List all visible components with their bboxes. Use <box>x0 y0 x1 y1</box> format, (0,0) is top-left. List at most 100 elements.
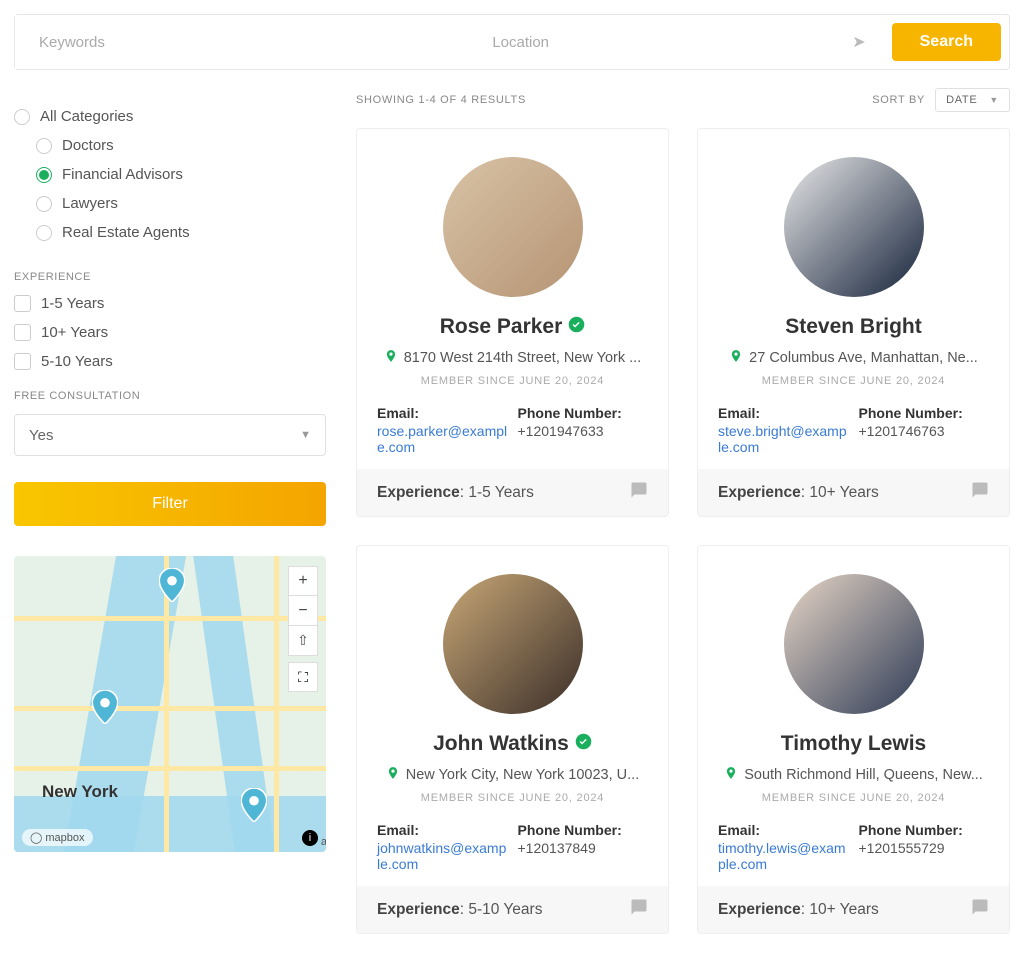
chat-icon[interactable] <box>630 481 648 504</box>
map-city-label: New York <box>42 782 118 802</box>
radio-icon <box>36 196 52 212</box>
chat-icon[interactable] <box>971 481 989 504</box>
category-item[interactable]: Real Estate Agents <box>14 218 326 247</box>
experience-label: Experience <box>377 484 460 501</box>
free-consultation-label: FREE CONSULTATION <box>14 376 326 408</box>
category-filter: All Categories Doctors Financial Advisors… <box>14 88 326 257</box>
listing-card[interactable]: Rose Parker 8170 West 214th Street, New … <box>356 128 669 517</box>
sort-label: SORT BY <box>872 94 925 106</box>
category-label: Doctors <box>62 137 114 154</box>
experience-item[interactable]: 10+ Years <box>14 318 326 347</box>
location-input[interactable] <box>468 34 844 51</box>
category-item[interactable]: Financial Advisors <box>14 160 326 189</box>
member-since: MEMBER SINCE JUNE 20, 2024 <box>377 792 648 804</box>
email-label: Email: <box>377 405 508 421</box>
map-fullscreen-button[interactable]: ⛶ <box>288 662 318 692</box>
location-pin-icon <box>724 766 738 784</box>
radio-icon <box>36 138 52 154</box>
category-all[interactable]: All Categories <box>14 102 326 131</box>
map-pin[interactable] <box>159 568 185 602</box>
category-item[interactable]: Lawyers <box>14 189 326 218</box>
experience-item[interactable]: 1-5 Years <box>14 289 326 318</box>
listing-experience: 10+ Years <box>809 484 878 501</box>
chevron-down-icon: ▼ <box>989 95 999 105</box>
phone-label: Phone Number: <box>518 405 649 421</box>
listing-name: John Watkins <box>433 732 569 756</box>
listing-phone: +120137849 <box>518 840 649 856</box>
map-attribution[interactable]: ◯ mapbox <box>22 829 93 846</box>
email-label: Email: <box>718 822 849 838</box>
map[interactable]: New York + − ⇧ ⛶ ◯ mapbox i a <box>14 556 326 852</box>
listing-email[interactable]: steve.bright@example.com <box>718 423 849 455</box>
listing-card[interactable]: John Watkins New York City, New York 100… <box>356 545 669 934</box>
checkbox-icon <box>14 353 31 370</box>
listing-experience: 10+ Years <box>809 901 878 918</box>
category-label: Real Estate Agents <box>62 224 190 241</box>
experience-section-label: EXPERIENCE <box>14 257 326 289</box>
keywords-input[interactable] <box>15 15 468 69</box>
email-label: Email: <box>718 405 849 421</box>
sort-select[interactable]: DATE ▼ <box>935 88 1010 112</box>
location-arrow-icon[interactable]: ➤ <box>844 32 873 52</box>
experience-label: 5-10 Years <box>41 353 113 370</box>
radio-icon <box>14 109 30 125</box>
map-reset-bearing-button[interactable]: ⇧ <box>288 626 318 656</box>
checkbox-icon <box>14 295 31 312</box>
avatar <box>443 157 583 297</box>
map-zoom-out-button[interactable]: − <box>288 596 318 626</box>
listing-email[interactable]: rose.parker@example.com <box>377 423 508 455</box>
listing-address: South Richmond Hill, Queens, New... <box>744 767 983 783</box>
location-pin-icon <box>384 349 398 367</box>
listing-card[interactable]: Steven Bright 27 Columbus Ave, Manhattan… <box>697 128 1010 517</box>
verified-icon <box>575 733 592 755</box>
avatar <box>784 157 924 297</box>
phone-label: Phone Number: <box>859 405 990 421</box>
radio-icon <box>36 167 52 183</box>
listing-card[interactable]: Timothy Lewis South Richmond Hill, Queen… <box>697 545 1010 934</box>
experience-label: Experience <box>718 484 801 501</box>
chat-icon[interactable] <box>971 898 989 921</box>
phone-label: Phone Number: <box>518 822 649 838</box>
location-pin-icon <box>386 766 400 784</box>
location-pin-icon <box>729 349 743 367</box>
listing-email[interactable]: johnwatkins@example.com <box>377 840 508 872</box>
experience-label: 10+ Years <box>41 324 108 341</box>
search-bar: ➤ Search <box>14 14 1010 70</box>
filter-button[interactable]: Filter <box>14 482 326 526</box>
chevron-down-icon: ▼ <box>300 429 311 441</box>
listing-address: 27 Columbus Ave, Manhattan, Ne... <box>749 350 978 366</box>
member-since: MEMBER SINCE JUNE 20, 2024 <box>377 375 648 387</box>
select-value: Yes <box>29 427 53 444</box>
map-zoom-in-button[interactable]: + <box>288 566 318 596</box>
phone-label: Phone Number: <box>859 822 990 838</box>
listing-address: 8170 West 214th Street, New York ... <box>404 350 642 366</box>
listing-name: Timothy Lewis <box>781 732 926 756</box>
category-label: Financial Advisors <box>62 166 183 183</box>
experience-label: 1-5 Years <box>41 295 104 312</box>
experience-item[interactable]: 5-10 Years <box>14 347 326 376</box>
map-pin[interactable] <box>92 690 118 724</box>
listing-address: New York City, New York 10023, U... <box>406 767 639 783</box>
checkbox-icon <box>14 324 31 341</box>
map-info-icon[interactable]: i <box>302 830 318 846</box>
search-button[interactable]: Search <box>892 23 1001 61</box>
experience-label: Experience <box>377 901 460 918</box>
avatar <box>784 574 924 714</box>
listing-experience: 5-10 Years <box>468 901 542 918</box>
map-attr-extra: a <box>321 836 326 848</box>
free-consultation-select[interactable]: Yes ▼ <box>14 414 326 456</box>
category-label: All Categories <box>40 108 133 125</box>
listing-phone: +1201947633 <box>518 423 649 439</box>
member-since: MEMBER SINCE JUNE 20, 2024 <box>718 792 989 804</box>
experience-label: Experience <box>718 901 801 918</box>
listing-phone: +1201746763 <box>859 423 990 439</box>
category-label: Lawyers <box>62 195 118 212</box>
listing-name: Rose Parker <box>440 315 563 339</box>
listing-email[interactable]: timothy.lewis@example.com <box>718 840 849 872</box>
map-pin[interactable] <box>241 788 267 822</box>
listing-experience: 1-5 Years <box>468 484 534 501</box>
verified-icon <box>568 316 585 338</box>
listing-name: Steven Bright <box>785 315 922 339</box>
chat-icon[interactable] <box>630 898 648 921</box>
category-item[interactable]: Doctors <box>14 131 326 160</box>
